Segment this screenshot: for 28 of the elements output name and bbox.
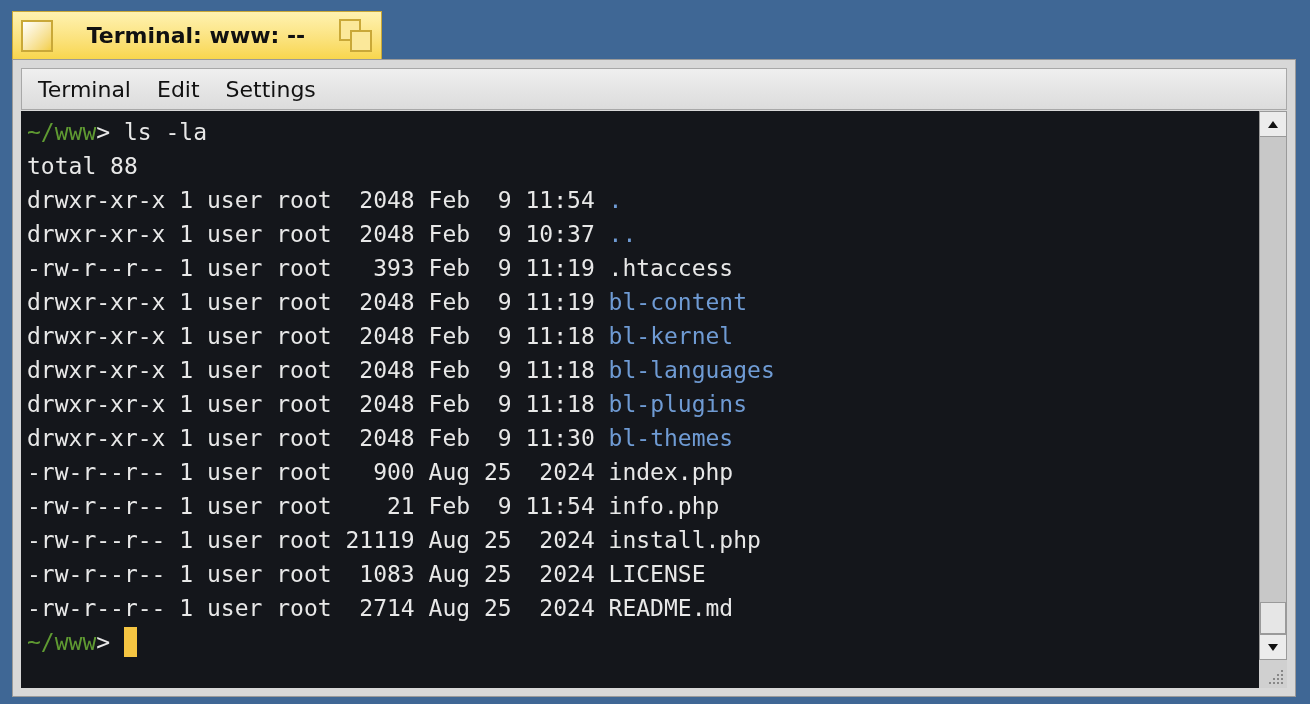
menu-item[interactable]: Settings [217,72,324,106]
menu-item[interactable]: Terminal [30,72,139,106]
terminal-line: total 88 [27,152,138,181]
terminal-line: -rw-r--r-- 1 user root 393 Feb 9 11:19 .htaccess [27,254,734,283]
terminal-line: drwxr-xr-x 1 user root 2048 Feb 9 11:18 bl-languages [27,356,775,385]
terminal-line: drwxr-xr-x 1 user root 2048 Feb 9 11:18 bl-plugins [27,390,748,419]
up-arrow-icon [1268,120,1278,128]
terminal-line: drwxr-xr-x 1 user root 2048 Feb 9 10:37 .. [27,220,637,249]
close-button[interactable] [21,19,53,52]
terminal-line: -rw-r--r-- 1 user root 2714 Aug 25 2024 README.md [27,594,734,623]
menu-item[interactable]: Edit [149,72,208,106]
terminal-line: -rw-r--r-- 1 user root 21119 Aug 25 2024 install.php [27,526,761,555]
terminal-line: -rw-r--r-- 1 user root 21 Feb 9 11:54 info.php [27,492,720,521]
terminal-line: ~/www> ls -la [27,118,208,147]
scrollbar-thumb[interactable] [1260,602,1286,634]
window-title: Terminal: www: -- [85,22,307,50]
resize-grip-icon [1266,667,1284,685]
down-arrow-icon [1268,643,1278,651]
terminal-line: drwxr-xr-x 1 user root 2048 Feb 9 11:18 bl-kernel [27,322,734,351]
scroll-down-button[interactable] [1259,634,1287,660]
terminal-line: -rw-r--r-- 1 user root 900 Aug 25 2024 index.php [27,458,734,487]
terminal-line: ~/www> [27,628,112,657]
zoom-button[interactable] [339,18,373,53]
terminal-line: -rw-r--r-- 1 user root 1083 Aug 25 2024 LICENSE [27,560,706,589]
terminal-line: drwxr-xr-x 1 user root 2048 Feb 9 11:30 bl-themes [27,424,734,453]
terminal-line: drwxr-xr-x 1 user root 2048 Feb 9 11:54 . [27,186,623,215]
terminal-line: drwxr-xr-x 1 user root 2048 Feb 9 11:19 bl-content [27,288,748,317]
scroll-up-button[interactable] [1259,111,1287,137]
